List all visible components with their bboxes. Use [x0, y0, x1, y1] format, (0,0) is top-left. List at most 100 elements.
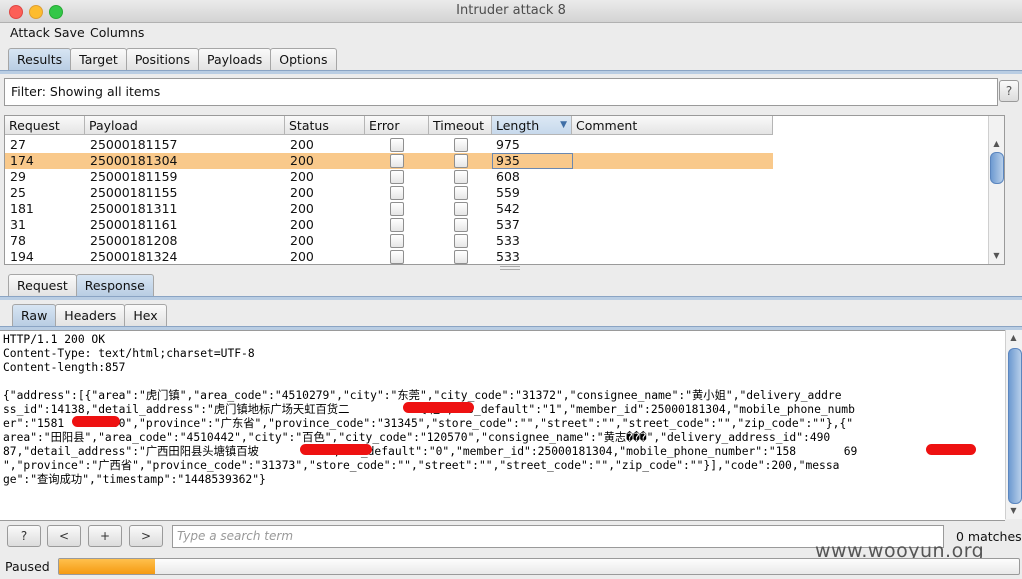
previous-match-button[interactable]: <: [47, 525, 81, 547]
cell-status: 200: [290, 233, 314, 248]
results-scroll-thumb[interactable]: [990, 152, 1004, 184]
table-row[interactable]: 31 25000181161 200 537: [5, 217, 773, 233]
cell-length: 542: [496, 201, 520, 216]
table-row[interactable]: 29 25000181159 200 608: [5, 169, 773, 185]
filter-bar[interactable]: Filter: Showing all items: [4, 78, 998, 106]
menu-attack[interactable]: Attack: [10, 25, 50, 40]
response-line: ge":"查询成功","timestamp":"1448539362"}: [3, 473, 266, 486]
results-scrollbar[interactable]: ▲ ▼: [988, 116, 1004, 264]
column-header-length[interactable]: Length ▼: [492, 116, 572, 135]
response-line: Content-Type: text/html;charset=UTF-8: [3, 347, 255, 360]
column-header-comment[interactable]: Comment: [572, 116, 773, 135]
cell-status: 200: [290, 201, 314, 216]
menu-save[interactable]: Save: [54, 25, 85, 40]
tab-payloads[interactable]: Payloads: [198, 48, 272, 70]
view-tabs: Raw Headers Hex: [12, 304, 167, 327]
timeout-checkbox: [454, 202, 468, 216]
window-titlebar: Intruder attack 8: [0, 0, 1022, 23]
menu-columns[interactable]: Columns: [90, 25, 144, 40]
window-title: Intruder attack 8: [456, 3, 566, 18]
cell-length: 537: [496, 217, 520, 232]
tab-options[interactable]: Options: [270, 48, 337, 70]
cell-length: 533: [496, 249, 520, 264]
progress-fill: [59, 559, 155, 574]
cell-request: 174: [10, 153, 34, 168]
tab-results[interactable]: Results: [8, 48, 72, 70]
response-scroll-thumb[interactable]: [1008, 348, 1022, 504]
cell-request: 181: [10, 201, 34, 216]
response-body[interactable]: HTTP/1.1 200 OK Content-Type: text/html;c…: [0, 330, 1005, 521]
scroll-down-icon[interactable]: ▼: [989, 250, 1004, 262]
timeout-checkbox: [454, 250, 468, 264]
response-line: er":"1581 30","province":"广东省","province…: [3, 417, 854, 430]
main-tabs: Results Target Positions Payloads Option…: [8, 48, 337, 71]
error-checkbox: [390, 202, 404, 216]
redaction-mark: [72, 416, 120, 427]
column-header-timeout[interactable]: Timeout: [429, 116, 492, 135]
tab-target[interactable]: Target: [70, 48, 127, 70]
cell-status: 200: [290, 153, 314, 168]
cell-request: 27: [10, 137, 26, 152]
cell-status: 200: [290, 169, 314, 184]
filter-text: Filter: Showing all items: [11, 84, 161, 99]
timeout-checkbox: [454, 218, 468, 232]
cell-payload: 25000181304: [90, 153, 178, 168]
focused-cell-outline: [492, 153, 573, 169]
redaction-mark: [926, 444, 976, 455]
tab-response[interactable]: Response: [75, 274, 154, 296]
table-row[interactable]: 25 25000181155 200 559: [5, 185, 773, 201]
timeout-checkbox: [454, 138, 468, 152]
column-header-request[interactable]: Request: [5, 116, 85, 135]
error-checkbox: [390, 138, 404, 152]
message-tabs-underline: [0, 296, 1022, 300]
cell-length: 533: [496, 233, 520, 248]
cell-request: 194: [10, 249, 34, 264]
table-row[interactable]: 27 25000181157 200 975: [5, 137, 773, 153]
cell-status: 200: [290, 137, 314, 152]
tab-request[interactable]: Request: [8, 274, 77, 296]
redaction-mark: [403, 402, 474, 413]
tab-raw[interactable]: Raw: [12, 304, 57, 326]
sort-descending-icon: ▼: [560, 120, 567, 130]
cell-status: 200: [290, 185, 314, 200]
timeout-checkbox: [454, 234, 468, 248]
table-row[interactable]: 174 25000181304 200 935: [5, 153, 773, 169]
response-scrollbar[interactable]: ▲ ▼: [1005, 330, 1022, 519]
split-pane-divider[interactable]: [500, 266, 520, 270]
column-header-error[interactable]: Error: [365, 116, 429, 135]
cell-request: 31: [10, 217, 26, 232]
response-scroll-up-icon[interactable]: ▲: [1006, 332, 1021, 344]
message-tabs: Request Response: [8, 274, 154, 297]
cell-request: 29: [10, 169, 26, 184]
scroll-up-icon[interactable]: ▲: [989, 138, 1004, 150]
add-search-button[interactable]: +: [88, 525, 122, 547]
table-row[interactable]: 78 25000181208 200 533: [5, 233, 773, 249]
table-row[interactable]: 181 25000181311 200 542: [5, 201, 773, 217]
error-checkbox: [390, 234, 404, 248]
next-match-button[interactable]: >: [129, 525, 163, 547]
filter-help-button[interactable]: ?: [999, 80, 1019, 102]
response-line: Content-length:857: [3, 361, 126, 374]
cell-request: 25: [10, 185, 26, 200]
cell-payload: 25000181155: [90, 185, 178, 200]
timeout-checkbox: [454, 154, 468, 168]
error-checkbox: [390, 186, 404, 200]
tab-headers[interactable]: Headers: [55, 304, 126, 326]
tab-positions[interactable]: Positions: [125, 48, 199, 70]
redaction-mark: [300, 444, 372, 455]
timeout-checkbox: [454, 186, 468, 200]
cell-status: 200: [290, 217, 314, 232]
response-line: ss_id":14138,"detail_address":"虎门镇地标广场天虹…: [3, 403, 855, 416]
cell-length: 559: [496, 185, 520, 200]
cell-payload: 25000181157: [90, 137, 178, 152]
error-checkbox: [390, 170, 404, 184]
results-table: Request Payload Status Error Timeout Len…: [4, 115, 1005, 265]
column-header-length-label: Length: [496, 118, 540, 133]
column-header-status[interactable]: Status: [285, 116, 365, 135]
table-row[interactable]: 194 25000181324 200 533: [5, 249, 773, 264]
cell-payload: 25000181208: [90, 233, 178, 248]
column-header-payload[interactable]: Payload: [85, 116, 285, 135]
search-help-button[interactable]: ?: [7, 525, 41, 547]
response-scroll-down-icon[interactable]: ▼: [1006, 505, 1021, 517]
tab-hex[interactable]: Hex: [124, 304, 167, 326]
